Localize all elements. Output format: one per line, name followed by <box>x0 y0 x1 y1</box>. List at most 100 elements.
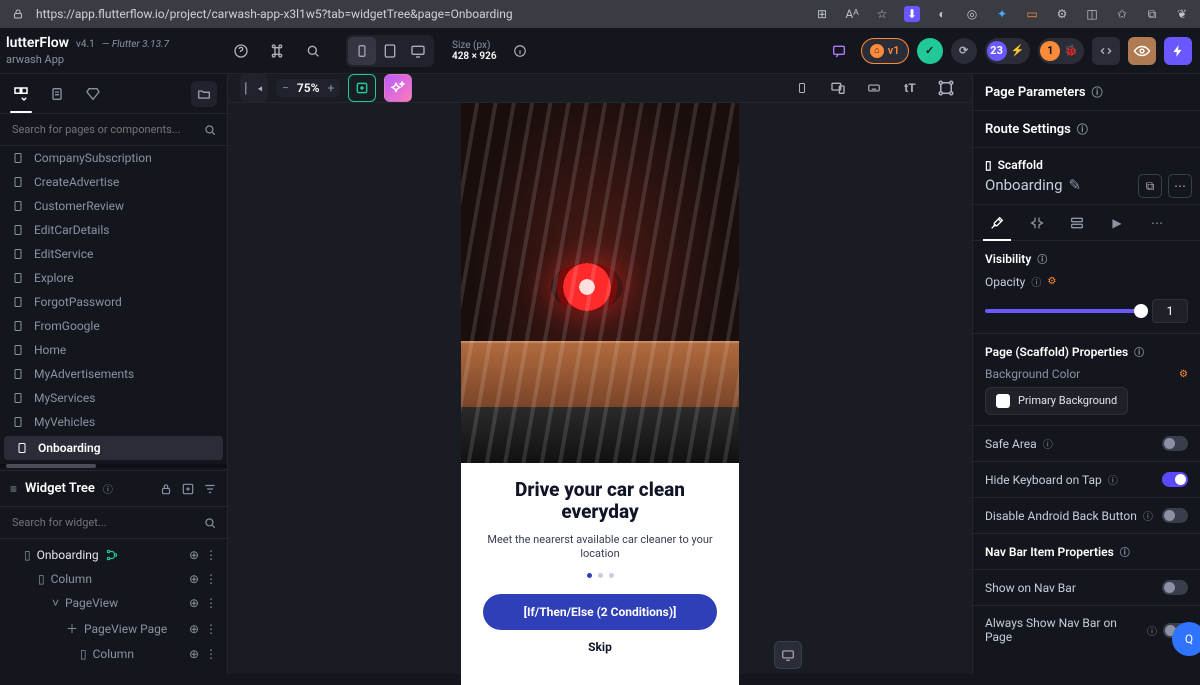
sync-badge[interactable]: ⟳ <box>951 38 977 64</box>
command-icon[interactable] <box>264 38 290 64</box>
address-bar[interactable]: https://app.flutterflow.io/project/carwa… <box>36 7 513 21</box>
page-item[interactable]: EditCarDetails <box>0 218 227 242</box>
favorites-icon[interactable]: ✩ <box>1114 6 1130 22</box>
tab-animate-icon[interactable]: ▶ <box>1105 211 1129 235</box>
lock-icon[interactable] <box>159 482 173 496</box>
tree-row[interactable]: ▯Column⊕⋮ <box>0 642 227 666</box>
page-item[interactable]: CompanySubscription <box>0 146 227 170</box>
page-item[interactable]: MyServices <box>0 386 227 410</box>
device-phone-icon[interactable] <box>348 37 376 65</box>
refresh-icon[interactable]: ◐ <box>934 6 950 22</box>
tab-backend-icon[interactable] <box>1065 211 1089 235</box>
widget-search[interactable] <box>0 507 227 539</box>
tab-pages-icon[interactable] <box>10 83 32 105</box>
info-icon[interactable]: ⓘ <box>103 481 113 496</box>
code-icon[interactable] <box>1092 37 1120 65</box>
responsive-icon[interactable] <box>824 74 852 102</box>
preview-eye-icon[interactable] <box>1128 37 1156 65</box>
download-icon[interactable]: ⬇ <box>904 6 920 22</box>
hide-keyboard-toggle[interactable] <box>1162 472 1188 487</box>
add-widget-icon[interactable] <box>181 482 195 496</box>
star-icon[interactable]: ☆ <box>874 6 890 22</box>
opacity-value[interactable]: 1 <box>1152 299 1188 323</box>
more-icon[interactable]: ⋯ <box>1168 174 1192 198</box>
cta-button[interactable]: [If/Then/Else (2 Conditions)] <box>483 594 717 630</box>
tree-row[interactable]: ˅PageView⊕⋮ <box>0 591 227 615</box>
settings-icon[interactable]: ⚙ <box>1179 369 1188 380</box>
transform-icon[interactable] <box>932 74 960 102</box>
ext-off-icon[interactable]: ▭ <box>1024 6 1040 22</box>
help-fab[interactable]: Q <box>1172 622 1200 656</box>
page-item[interactable]: Onboarding <box>4 436 223 460</box>
tab-actions-icon[interactable] <box>1025 211 1049 235</box>
split-icon[interactable]: ◫ <box>1084 6 1100 22</box>
tab-more-icon[interactable]: ⋯ <box>1145 211 1169 235</box>
page-item[interactable]: Home <box>0 338 227 362</box>
info-icon[interactable] <box>507 38 533 64</box>
device-fab-icon[interactable] <box>774 641 802 669</box>
tree-add-icon[interactable]: ⊕ <box>189 596 199 610</box>
tab-doc-icon[interactable] <box>46 83 68 105</box>
safe-area-toggle[interactable] <box>1162 436 1188 451</box>
filter-icon[interactable] <box>203 482 217 496</box>
keyboard-icon[interactable] <box>860 74 888 102</box>
pages-search[interactable] <box>0 114 227 146</box>
search-icon[interactable] <box>300 38 326 64</box>
widget-search-input[interactable] <box>10 515 203 530</box>
page-item[interactable]: FromGoogle <box>0 314 227 338</box>
route-settings-header[interactable]: Route Settingsⓘ <box>973 111 1200 148</box>
pages-search-input[interactable] <box>10 122 203 137</box>
edit-icon[interactable]: ✎ <box>1069 176 1082 194</box>
tree-row[interactable]: ＋PageView Page⊕⋮ <box>0 615 227 642</box>
comments-icon[interactable] <box>825 37 853 65</box>
tab-diamond-icon[interactable] <box>82 83 104 105</box>
collapse-left-icon[interactable]: ⎸◂ <box>240 74 268 102</box>
pages-scrollbar[interactable] <box>0 464 227 468</box>
issues-chip[interactable]: 23⚡ <box>985 38 1031 64</box>
tree-add-icon[interactable]: ⊕ <box>189 572 199 586</box>
zoom-out-icon[interactable]: − <box>282 81 289 95</box>
tree-more-icon[interactable]: ⋮ <box>205 572 217 586</box>
device-desktop-icon[interactable] <box>404 37 432 65</box>
opacity-slider[interactable]: 1 <box>985 299 1188 323</box>
copy-icon[interactable]: ⧉ <box>1138 174 1162 198</box>
apps-icon[interactable]: ⊞ <box>814 6 830 22</box>
copilot-icon[interactable]: ✦ <box>994 6 1010 22</box>
heart-icon[interactable]: ❦ <box>1174 6 1190 22</box>
tree-more-icon[interactable]: ⋮ <box>205 548 217 562</box>
page-item[interactable]: Explore <box>0 266 227 290</box>
disable-back-toggle[interactable] <box>1162 508 1188 523</box>
collections-icon[interactable]: ⧉ <box>1144 6 1160 22</box>
tree-more-icon[interactable]: ⋮ <box>205 596 217 610</box>
tree-add-icon[interactable]: ⊕ <box>189 622 199 636</box>
page-parameters-header[interactable]: Page Parametersⓘ <box>973 74 1200 111</box>
help-icon[interactable] <box>228 38 254 64</box>
tree-more-icon[interactable]: ⋮ <box>205 622 217 636</box>
version-chip[interactable]: ⌂v1 <box>861 38 909 64</box>
page-item[interactable]: CreateAdvertise <box>0 170 227 194</box>
page-name-label[interactable]: Onboarding <box>985 176 1063 194</box>
tab-tools-icon[interactable] <box>985 211 1009 235</box>
page-item[interactable]: MyVehicles <box>0 410 227 434</box>
run-lightning-icon[interactable] <box>1164 37 1192 65</box>
tree-more-icon[interactable]: ⋮ <box>205 647 217 661</box>
skip-button[interactable]: Skip <box>479 640 721 654</box>
zoom-in-icon[interactable]: + <box>327 81 334 95</box>
text-tt-icon[interactable]: tT <box>896 74 924 102</box>
text-aa-icon[interactable]: Aᴬ <box>844 6 860 22</box>
bg-color-swatch[interactable]: Primary Background <box>985 387 1128 415</box>
show-nav-toggle[interactable] <box>1162 580 1188 595</box>
warnings-chip[interactable]: 1🐞 <box>1038 38 1084 64</box>
tree-add-icon[interactable]: ⊕ <box>189 548 199 562</box>
page-item[interactable]: CustomerReview <box>0 194 227 218</box>
page-item[interactable]: MyAdvertisements <box>0 362 227 386</box>
extension-icon[interactable]: ◎ <box>964 6 980 22</box>
gear-icon[interactable]: ⚙ <box>1054 6 1070 22</box>
tree-add-icon[interactable]: ⊕ <box>189 647 199 661</box>
ai-magic-icon[interactable] <box>384 74 412 102</box>
tree-row[interactable]: ▯Onboarding⊕⋮ <box>0 543 227 567</box>
page-item[interactable]: ForgotPassword <box>0 290 227 314</box>
folder-button[interactable] <box>191 81 217 107</box>
tree-row[interactable]: ▯Column⊕⋮ <box>0 567 227 591</box>
widgets-panel-icon[interactable] <box>348 74 376 102</box>
